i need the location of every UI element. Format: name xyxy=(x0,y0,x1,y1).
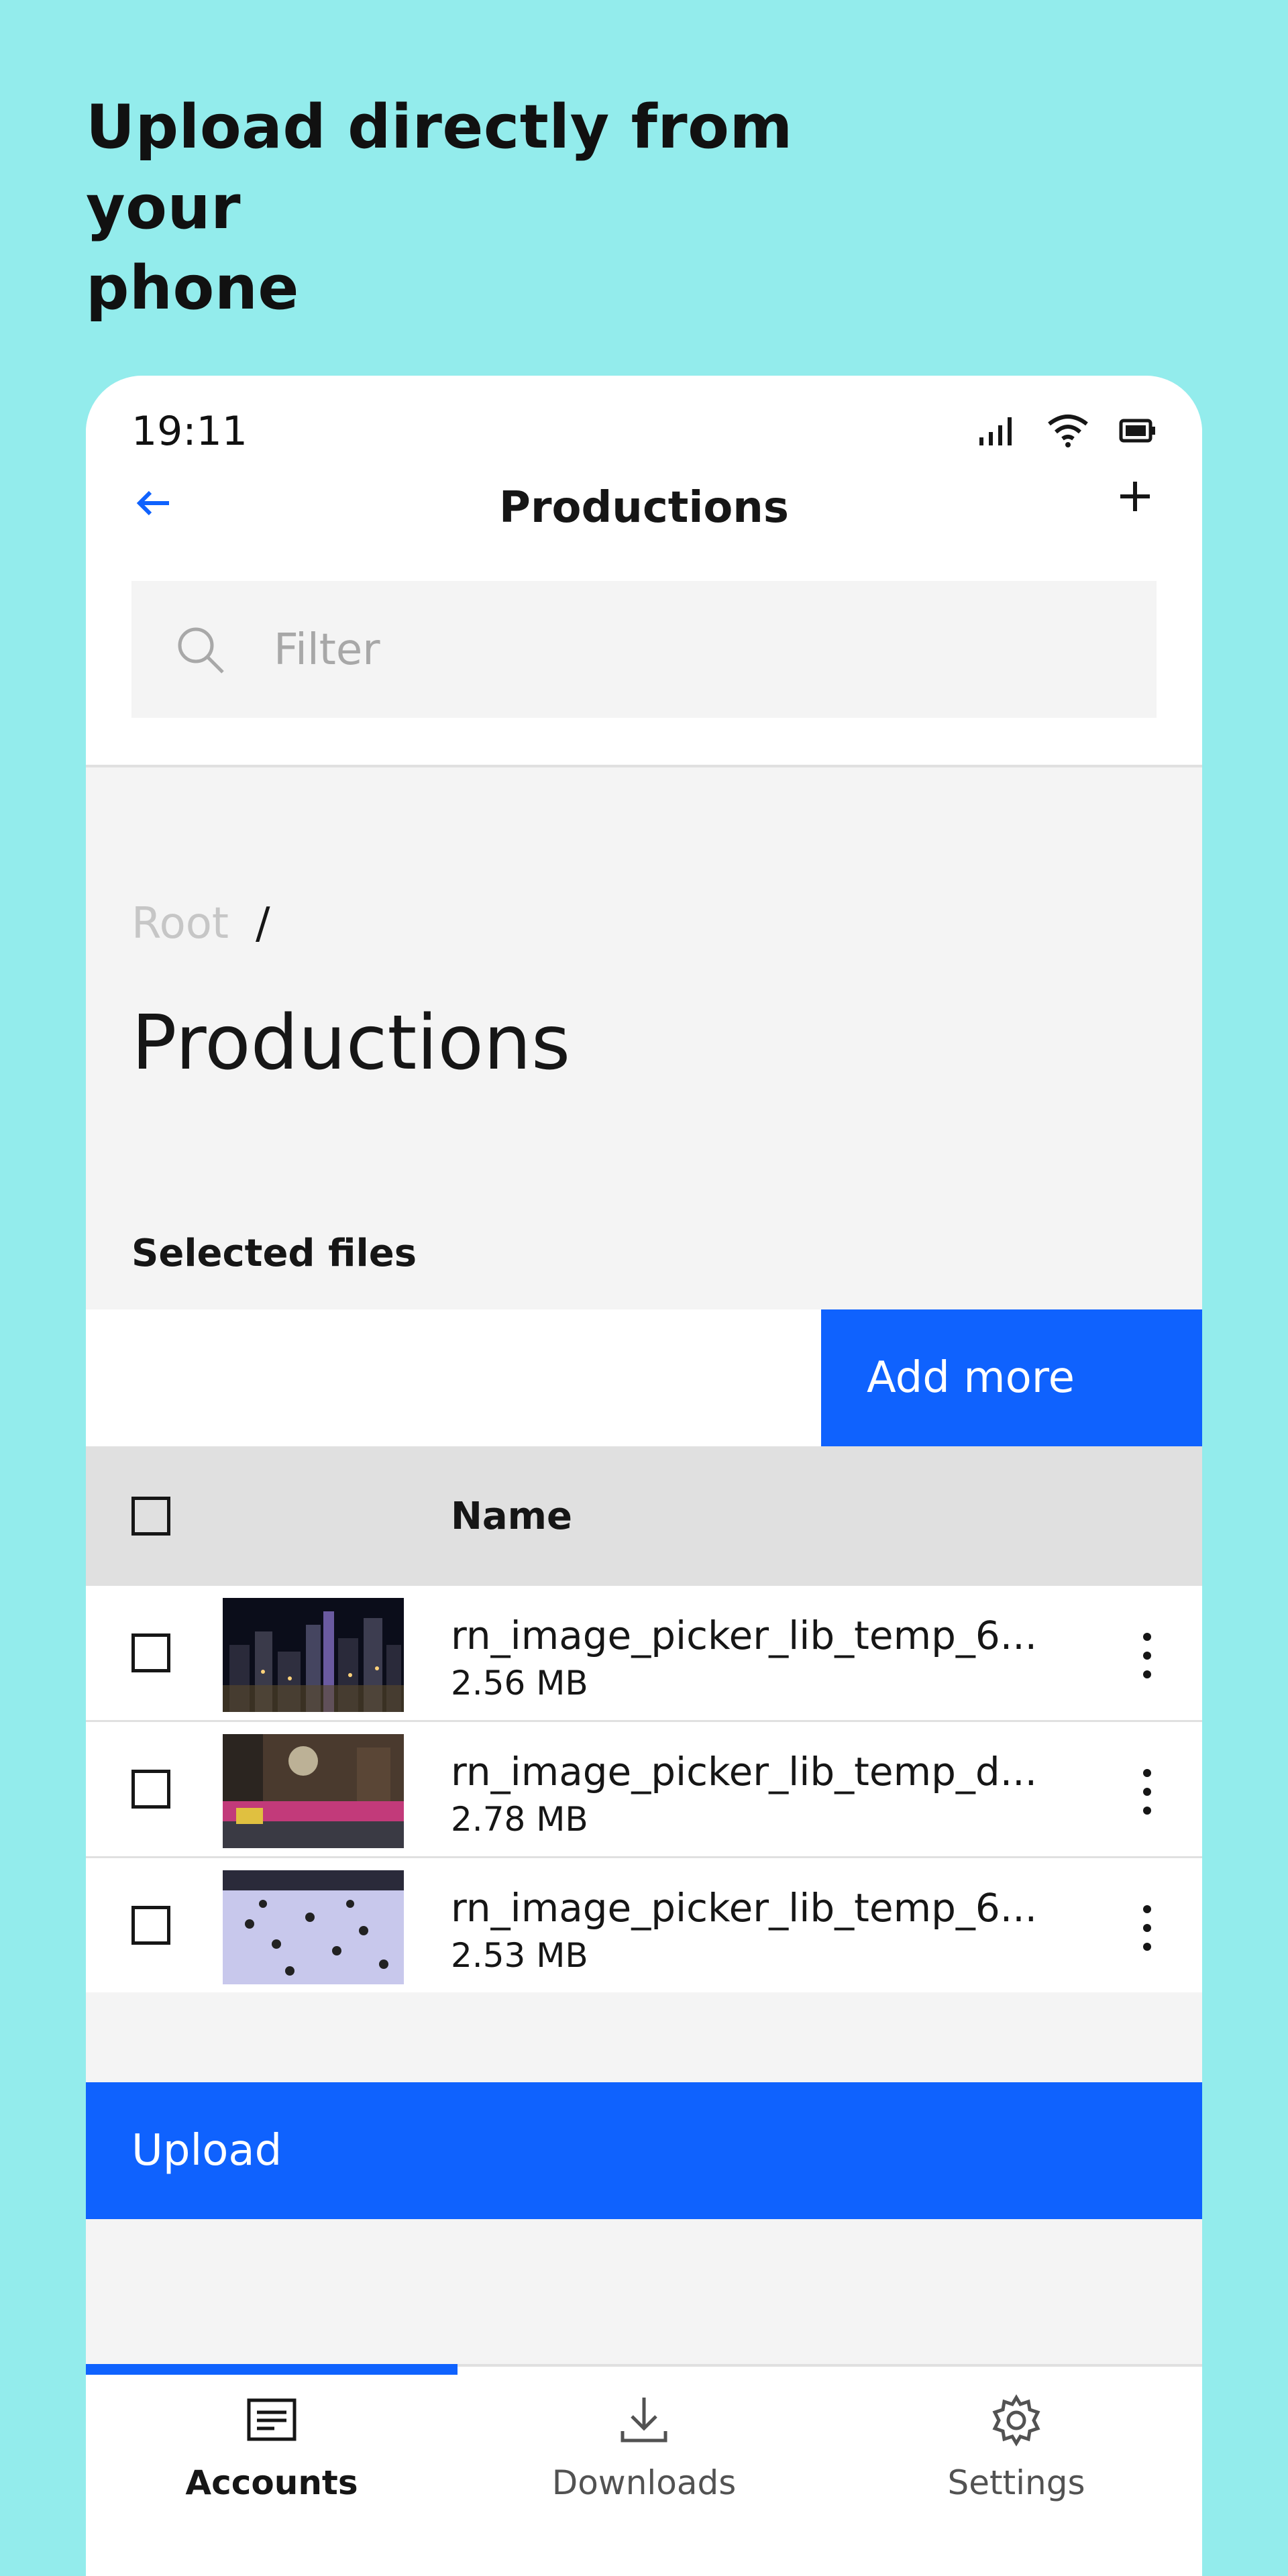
breadcrumb: Root / xyxy=(131,899,270,949)
upload-button[interactable]: Upload xyxy=(86,2082,1202,2219)
tab-label: Downloads xyxy=(551,2463,737,2502)
table-header: Name xyxy=(86,1446,1202,1586)
file-name: rn_image_picker_lib_temp_d... xyxy=(451,1749,1038,1794)
signal-icon xyxy=(979,417,1012,445)
add-more-button[interactable]: Add more xyxy=(821,1309,1202,1446)
app-header: 19:11 Productions Filter xyxy=(86,376,1202,767)
more-options-icon[interactable] xyxy=(1139,1769,1155,1816)
status-time: 19:11 xyxy=(131,408,248,455)
add-more-row: Add more xyxy=(86,1309,1202,1446)
wifi-icon xyxy=(1048,415,1088,447)
battery-icon xyxy=(1119,419,1155,443)
file-size: 2.78 MB xyxy=(451,1800,588,1839)
phone-screen: 19:11 Productions Filter Root / Producti… xyxy=(86,376,1202,2576)
more-options-icon[interactable] xyxy=(1139,1905,1155,1952)
file-size: 2.56 MB xyxy=(451,1664,588,1703)
tab-accounts[interactable]: Accounts xyxy=(86,2394,458,2502)
table-row[interactable]: rn_image_picker_lib_temp_6... 2.56 MB xyxy=(86,1586,1202,1723)
row-checkbox[interactable] xyxy=(131,1770,170,1809)
promo-headline: Upload directly from your phone xyxy=(86,92,793,323)
file-thumbnail xyxy=(223,1598,404,1712)
search-icon xyxy=(178,627,224,674)
tab-downloads[interactable]: Downloads xyxy=(458,2394,830,2502)
tab-label: Accounts xyxy=(185,2463,358,2502)
table-row[interactable]: rn_image_picker_lib_temp_d... 2.78 MB xyxy=(86,1722,1202,1859)
table-row[interactable]: rn_image_picker_lib_temp_6... 2.53 MB xyxy=(86,1858,1202,1992)
status-icons xyxy=(977,413,1157,448)
section-label: Selected files xyxy=(131,1232,417,1275)
tab-label: Settings xyxy=(947,2463,1085,2502)
column-header-name: Name xyxy=(451,1495,572,1538)
accounts-icon xyxy=(247,2398,297,2441)
page-title: Productions xyxy=(131,1000,571,1087)
row-checkbox[interactable] xyxy=(131,1906,170,1945)
tab-settings[interactable]: Settings xyxy=(830,2394,1202,2502)
file-size: 2.53 MB xyxy=(451,1936,588,1975)
add-button[interactable] xyxy=(1108,470,1162,523)
gear-icon xyxy=(992,2394,1040,2447)
file-name: rn_image_picker_lib_temp_6... xyxy=(451,1885,1038,1931)
more-options-icon[interactable] xyxy=(1139,1633,1155,1680)
active-tab-indicator xyxy=(86,2364,458,2375)
breadcrumb-root[interactable]: Root xyxy=(131,899,229,949)
breadcrumb-separator: / xyxy=(256,899,270,949)
file-name: rn_image_picker_lib_temp_6... xyxy=(451,1613,1038,1658)
file-thumbnail xyxy=(223,1870,404,1984)
download-icon xyxy=(621,2398,667,2443)
nav-title: Productions xyxy=(499,483,789,533)
select-all-checkbox[interactable] xyxy=(131,1497,170,1536)
tab-bar: Accounts Downloads Settings xyxy=(86,2364,1202,2576)
search-bar xyxy=(131,581,1157,718)
search-input[interactable] xyxy=(272,608,1114,692)
row-checkbox[interactable] xyxy=(131,1633,170,1672)
plus-icon xyxy=(1120,482,1150,511)
file-thumbnail xyxy=(223,1734,404,1848)
